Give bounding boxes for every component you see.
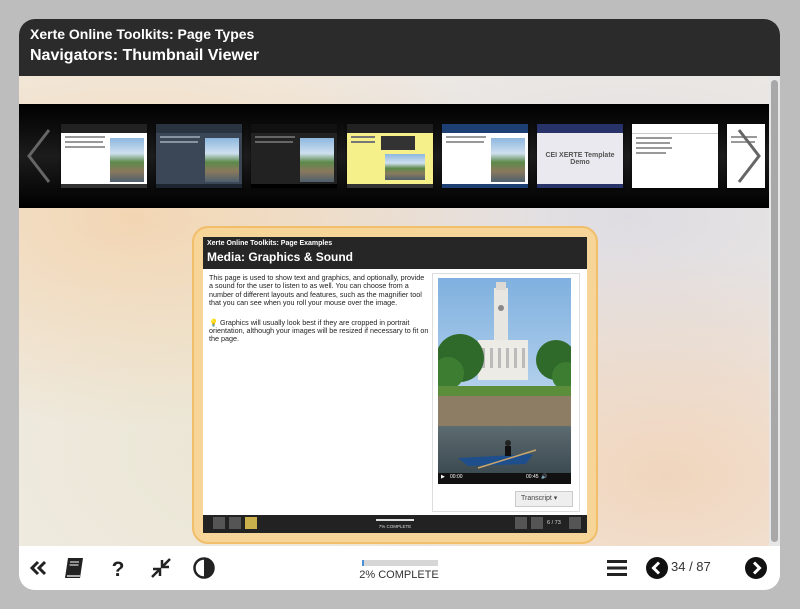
double-chevron-left-icon[interactable]	[25, 555, 51, 581]
thumbnail-6[interactable]: CEI XERTE Template Demo	[537, 124, 623, 188]
player-time-end: 00:45	[526, 474, 539, 480]
preview-footer: 7% COMPLETE 6 / 73	[203, 515, 587, 533]
preview-menu-icon	[515, 517, 527, 529]
preview-paragraph-1: This page is used to show text and graph…	[209, 273, 425, 308]
preview-title: Media: Graphics & Sound	[207, 250, 354, 264]
thumbnail-title: CEI XERTE Template Demo	[545, 152, 615, 166]
progress-fill	[362, 560, 364, 566]
preview-glossary-icon	[213, 517, 225, 529]
glossary-book-icon[interactable]	[61, 555, 87, 581]
scrollbar[interactable]	[769, 76, 780, 546]
preview-colour-icon	[245, 517, 257, 529]
audio-player[interactable]: ▶ 00:00 00:45 🔊	[438, 473, 571, 484]
progress-text: 2% COMPLETE	[359, 569, 439, 581]
chevron-right-circle-icon[interactable]	[743, 555, 769, 581]
page-content: CEI XERTE Template Demo Xerte Online Too…	[19, 76, 780, 546]
header: Xerte Online Toolkits: Page Types Naviga…	[19, 19, 780, 76]
preview-paragraph-2: Graphics will usually look best if they …	[209, 317, 429, 344]
preview-next-icon	[569, 517, 581, 529]
preview-page-count: 6 / 73	[547, 520, 561, 526]
preview-fullscreen-icon	[229, 517, 241, 529]
footer-toolbar: ? 2% COMPLETE 34 / 87	[19, 546, 780, 590]
contrast-icon[interactable]	[191, 555, 217, 581]
thumbnail-image	[385, 154, 425, 180]
preview-progress-text: 7% COMPLETE	[378, 524, 412, 529]
project-title: Xerte Online Toolkits: Page Types	[30, 26, 255, 42]
preview-media-box: ▶ 00:00 00:45 🔊 Transcript ▾	[432, 273, 580, 512]
page-title: Navigators: Thumbnail Viewer	[30, 47, 260, 64]
thumbnail-strip: CEI XERTE Template Demo	[19, 104, 769, 208]
help-icon[interactable]: ?	[105, 555, 131, 581]
thumbnail-preview-card[interactable]: Xerte Online Toolkits: Page Examples Med…	[192, 226, 598, 544]
chevron-left-circle-icon[interactable]	[644, 555, 670, 581]
thumbnail-prev-icon[interactable]	[25, 126, 55, 186]
preview-text: This page is used to show text and graph…	[209, 273, 429, 355]
thumbnail-next-icon[interactable]	[733, 126, 763, 186]
svg-text:?: ?	[112, 558, 125, 581]
preview-kicker: Xerte Online Toolkits: Page Examples	[207, 240, 333, 247]
menu-icon[interactable]	[604, 555, 630, 581]
thumbnail-4[interactable]	[347, 124, 433, 188]
player-time-start: 00:00	[450, 474, 463, 480]
scrollbar-thumb[interactable]	[771, 80, 778, 542]
collapse-icon[interactable]	[148, 555, 174, 581]
preview-header: Xerte Online Toolkits: Page Examples Med…	[203, 237, 587, 269]
preview-page: Xerte Online Toolkits: Page Examples Med…	[203, 237, 587, 533]
thumbnail-image	[205, 138, 239, 182]
university-photo	[438, 278, 571, 473]
preview-progress-bar	[376, 519, 414, 521]
thumbnail-2[interactable]	[156, 124, 242, 188]
volume-icon[interactable]: 🔊	[541, 474, 547, 480]
thumbnail-1[interactable]	[61, 124, 147, 188]
play-icon[interactable]: ▶	[441, 474, 445, 480]
thumbnail-image	[300, 138, 334, 182]
transcript-label: Transcript	[521, 495, 552, 502]
progress-bar	[362, 560, 438, 566]
thumbnail-3[interactable]	[251, 124, 337, 188]
thumbnail-image	[491, 138, 525, 182]
thumbnail-7[interactable]	[632, 124, 718, 188]
thumbnail-image	[110, 138, 144, 182]
transcript-button[interactable]: Transcript ▾	[515, 491, 573, 507]
app-frame: Xerte Online Toolkits: Page Types Naviga…	[19, 19, 780, 590]
thumbnail-5[interactable]	[442, 124, 528, 188]
page-count: 34 / 87	[671, 559, 711, 574]
preview-prev-icon	[531, 517, 543, 529]
